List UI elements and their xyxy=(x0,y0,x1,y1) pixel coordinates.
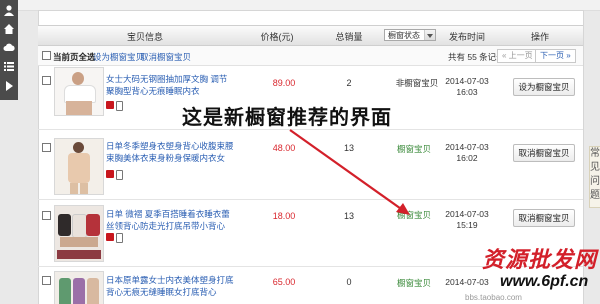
sidebar xyxy=(0,0,18,100)
set-showcase-button[interactable]: 设为橱窗宝贝 xyxy=(513,78,575,96)
next-page-button[interactable]: 下一页 » xyxy=(535,49,576,63)
annotation-text: 这是新橱窗推荐的界面 xyxy=(182,107,392,129)
product-badges xyxy=(106,233,124,243)
publish-date: 2014-07-03 xyxy=(445,209,489,219)
row-checkbox[interactable] xyxy=(42,211,51,220)
home-icon[interactable] xyxy=(3,23,15,35)
publish-time: 2014-07-03 xyxy=(445,277,488,288)
product-image[interactable] xyxy=(54,271,104,304)
price: 48.00 xyxy=(272,143,296,153)
row-checkbox[interactable] xyxy=(42,276,51,285)
showcase-status: 橱窗宝贝 xyxy=(396,278,432,288)
header-time[interactable]: 发布时间 xyxy=(449,30,485,43)
select-all-label[interactable]: 当前页全选 xyxy=(53,51,96,63)
cancel-showcase-button[interactable]: 取消橱窗宝贝 xyxy=(513,209,575,227)
cloud-icon[interactable] xyxy=(3,41,15,53)
sales-count: 13 xyxy=(343,143,355,153)
product-badges xyxy=(106,170,124,180)
header-action: 操作 xyxy=(530,32,550,42)
publish-time: 2014-07-03 15:19 xyxy=(445,209,488,231)
prev-page-button[interactable]: « 上一页 xyxy=(497,49,538,63)
watermark-name: 资源批发网 xyxy=(482,247,598,272)
help-tab[interactable]: 常见问题 xyxy=(589,146,600,208)
row-checkbox[interactable] xyxy=(42,143,51,152)
wangwang-icon[interactable] xyxy=(106,170,114,178)
showcase-status: 橱窗宝贝 xyxy=(396,210,432,220)
bulk-set-showcase-link[interactable]: 设为橱窗宝贝 xyxy=(93,51,144,63)
page: 宝贝信息 价格(元) 总销量 橱窗状态 发布时间 操作 当前页全选 设为橱窗宝贝… xyxy=(0,0,600,304)
list-icon[interactable] xyxy=(3,60,15,72)
publish-clock: 16:02 xyxy=(456,153,478,163)
publish-date: 2014-07-03 xyxy=(445,142,489,152)
select-all-checkbox[interactable] xyxy=(42,51,51,60)
watermark-bbs: bbs.taobao.com xyxy=(465,293,522,302)
showcase-status: 橱窗宝贝 xyxy=(396,144,432,154)
product-title-link[interactable]: 日单 微褶 夏季百搭睡着衣睡衣蕾丝领背心防走光打底吊带小背心 xyxy=(106,208,234,232)
publish-date: 2014-07-03 xyxy=(445,277,489,287)
select-value: 橱窗状态 xyxy=(388,31,420,40)
row-checkbox[interactable] xyxy=(42,76,51,85)
publish-time: 2014-07-03 16:03 xyxy=(445,76,488,98)
product-title-link[interactable]: 日单冬季塑身衣塑身背心收腹束腰束胸美体衣束身粉身保暖内衣女 xyxy=(106,140,234,164)
mobile-icon xyxy=(116,233,123,243)
table-header: 宝贝信息 价格(元) 总销量 橱窗状态 发布时间 操作 xyxy=(38,25,583,46)
publish-date: 2014-07-03 xyxy=(445,76,489,86)
product-title-link[interactable]: 日本原单露女士内衣美体塑身打底背心无痕无缝睡眠女打底背心 xyxy=(106,274,234,298)
sales-count: 2 xyxy=(346,78,352,88)
mobile-icon xyxy=(116,101,123,111)
chevron-down-icon xyxy=(424,30,435,40)
product-image[interactable] xyxy=(54,138,104,195)
product-badges xyxy=(106,101,124,111)
showcase-status-select[interactable]: 橱窗状态 xyxy=(384,29,436,41)
bulk-cancel-showcase-link[interactable]: 取消橱窗宝贝 xyxy=(140,51,191,63)
price: 89.00 xyxy=(272,78,296,88)
price: 18.00 xyxy=(272,211,296,221)
wangwang-icon[interactable] xyxy=(106,233,114,241)
publish-time: 2014-07-03 16:02 xyxy=(445,142,488,164)
sales-count: 0 xyxy=(346,277,352,287)
collapse-arrow-icon[interactable] xyxy=(3,80,15,92)
product-image[interactable] xyxy=(54,205,104,262)
wangwang-icon[interactable] xyxy=(106,101,114,109)
watermark-url: www.6pf.cn xyxy=(500,273,589,290)
row-divider xyxy=(38,199,583,200)
header-sales[interactable]: 总销量 xyxy=(335,30,362,43)
product-title-link[interactable]: 女士大码无钢圈抽加厚文胸 调节聚胸型背心无痕睡眠内衣 xyxy=(106,73,234,97)
header-price[interactable]: 价格(元) xyxy=(261,30,294,43)
publish-clock: 15:19 xyxy=(456,220,478,230)
header-info: 宝贝信息 xyxy=(126,32,164,42)
publish-clock: 16:03 xyxy=(456,87,478,97)
product-image[interactable] xyxy=(54,67,104,116)
sales-count: 13 xyxy=(343,211,355,221)
user-icon[interactable] xyxy=(3,4,15,16)
mobile-icon xyxy=(116,170,123,180)
price: 65.00 xyxy=(272,277,296,287)
showcase-status: 非橱窗宝贝 xyxy=(395,78,439,88)
bulk-toolbar: 当前页全选 设为橱窗宝贝 取消橱窗宝贝 共有 55 条记录 « 上一页 下一页 … xyxy=(38,46,583,66)
cancel-showcase-button[interactable]: 取消橱窗宝贝 xyxy=(513,144,575,162)
